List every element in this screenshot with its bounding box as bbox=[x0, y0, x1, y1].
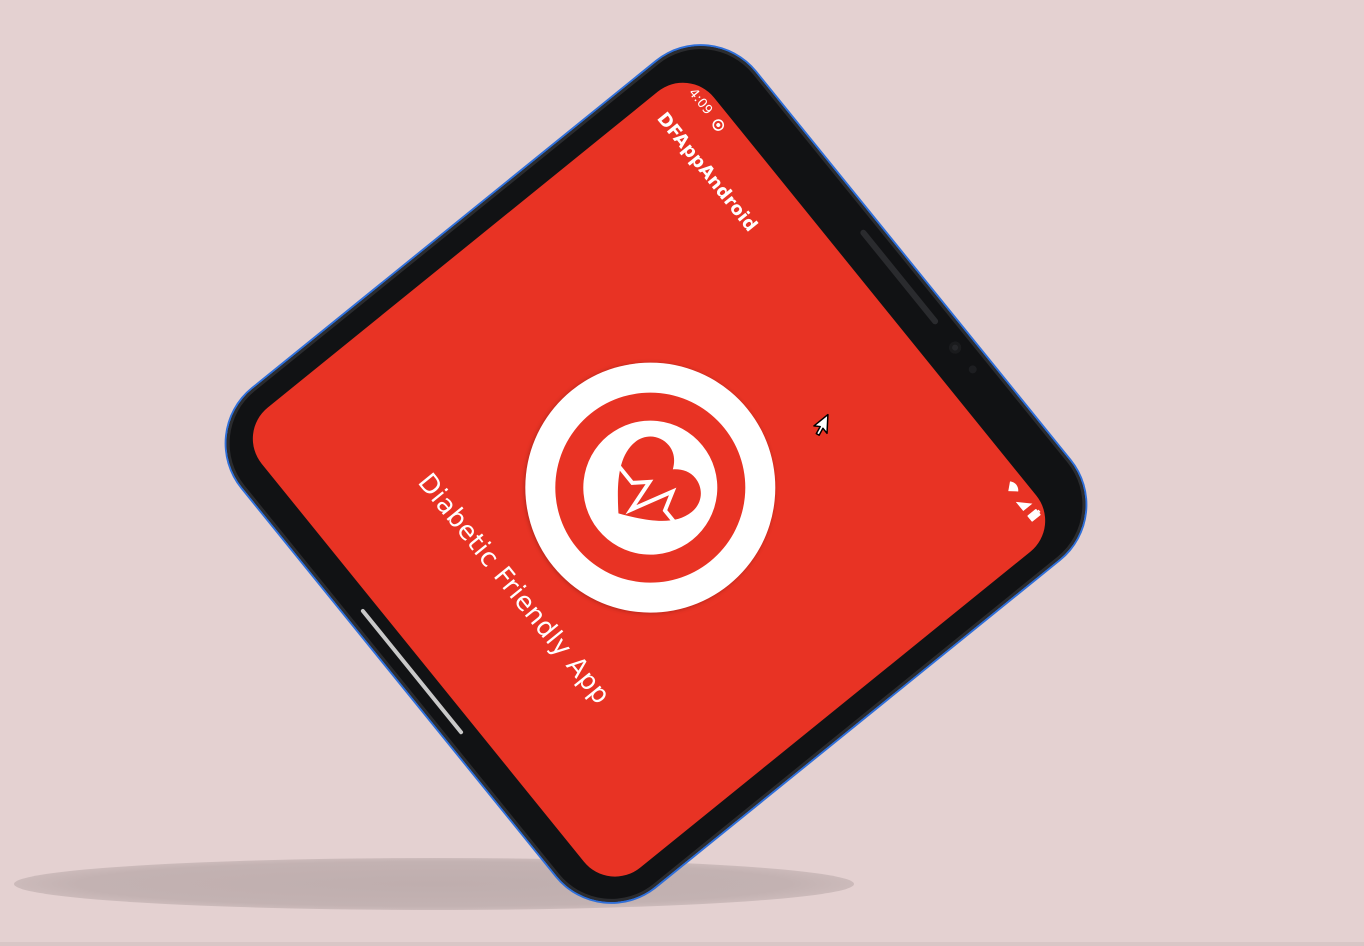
floor-line bbox=[0, 942, 1364, 946]
phone-screen[interactable]: 4:09 DFAppAndroid Diabetic Friendly App bbox=[236, 66, 1062, 893]
phone-device: 4:09 DFAppAndroid Diabetic Friendly App bbox=[198, 17, 1114, 931]
mockup-stage: 4:09 DFAppAndroid Diabetic Friendly App bbox=[0, 0, 1364, 946]
battery-icon bbox=[1027, 509, 1041, 522]
signal-icon bbox=[1016, 501, 1033, 511]
android-debug-icon bbox=[712, 119, 725, 131]
mouse-cursor-icon bbox=[813, 413, 829, 436]
phone-shadow bbox=[14, 858, 854, 910]
wifi-icon bbox=[1008, 481, 1019, 492]
